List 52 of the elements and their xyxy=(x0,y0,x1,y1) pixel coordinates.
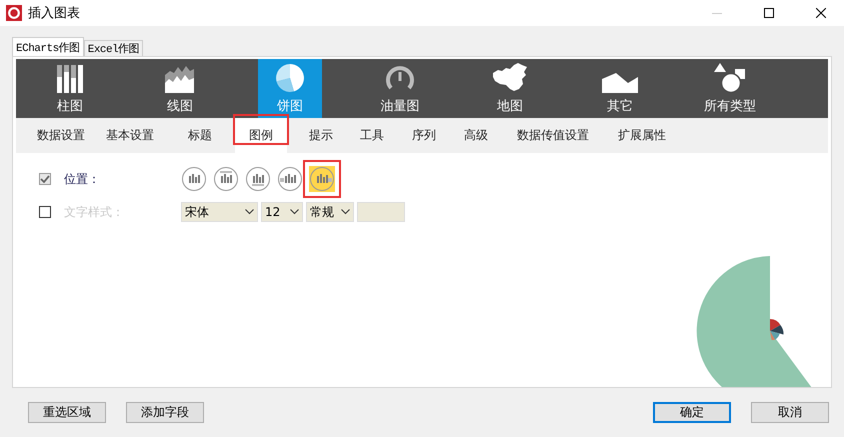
legend-position-option[interactable] xyxy=(181,166,207,192)
legend-position-icon xyxy=(181,166,207,192)
legend-position-option[interactable] xyxy=(245,166,271,192)
chart-type-tab[interactable]: 其它 xyxy=(588,59,652,118)
color-field[interactable] xyxy=(357,202,405,222)
tab[interactable]: Excel作图 xyxy=(84,40,144,56)
legend-position-icon xyxy=(277,166,303,192)
legend-position-icon xyxy=(309,166,335,192)
settings-tab[interactable]: 基本设置 xyxy=(95,118,165,153)
style-dropdown[interactable]: 常规 xyxy=(306,202,354,222)
settings-tab[interactable]: 高级 xyxy=(450,118,502,153)
app-logo-icon xyxy=(6,5,22,21)
settings-tab[interactable]: 工具 xyxy=(346,118,398,153)
action-button[interactable]: 重选区域 xyxy=(28,402,106,423)
pie-chart-icon xyxy=(275,63,305,93)
font-dropdown[interactable]: 宋体 xyxy=(181,202,258,222)
chart-type-tab[interactable]: 油量图 xyxy=(368,59,432,118)
window-title: 插入图表 xyxy=(28,5,81,22)
minimize-icon xyxy=(712,12,722,14)
shapes-icon xyxy=(714,63,746,93)
chart-type-tab[interactable]: 柱图 xyxy=(38,59,102,118)
map-icon xyxy=(492,63,528,93)
chart-type-tab[interactable]: 地图 xyxy=(478,59,542,118)
settings-tab[interactable]: 提示 xyxy=(296,118,346,153)
settings-tab[interactable]: 标题 xyxy=(174,118,226,153)
ok-button[interactable]: 确定 xyxy=(653,402,731,423)
settings-tab[interactable]: 数据传值设置 xyxy=(502,118,604,153)
settings-tab[interactable]: 序列 xyxy=(398,118,450,153)
close-icon xyxy=(816,8,826,18)
bar-chart-icon xyxy=(56,65,84,93)
cancel-button[interactable]: 取消 xyxy=(751,402,829,423)
size-dropdown[interactable]: 12 xyxy=(261,202,303,222)
tab[interactable]: ECharts作图 xyxy=(12,37,84,56)
settings-tab[interactable]: 扩展属性 xyxy=(604,118,680,153)
shapes-icon xyxy=(602,73,638,93)
field-label: 位置： xyxy=(64,170,101,188)
chart-type-tab[interactable]: 线图 xyxy=(148,59,212,118)
caret-icon xyxy=(290,209,299,215)
action-button[interactable]: 添加字段 xyxy=(126,402,204,423)
caret-icon xyxy=(341,209,350,215)
legend-position-option[interactable] xyxy=(309,166,335,192)
legend-position-option[interactable] xyxy=(277,166,303,192)
settings-tab[interactable]: 数据设置 xyxy=(27,118,95,153)
chart-type-tab[interactable]: 所有类型 xyxy=(698,59,762,118)
legend-position-option[interactable] xyxy=(213,166,239,192)
checkbox[interactable] xyxy=(39,173,51,185)
caret-icon xyxy=(245,209,254,215)
checkbox[interactable] xyxy=(39,206,51,218)
settings-tab[interactable]: 图例 xyxy=(235,118,287,153)
maximize-icon xyxy=(764,8,774,18)
legend-position-icon xyxy=(213,166,239,192)
legend-position-icon xyxy=(245,166,271,192)
